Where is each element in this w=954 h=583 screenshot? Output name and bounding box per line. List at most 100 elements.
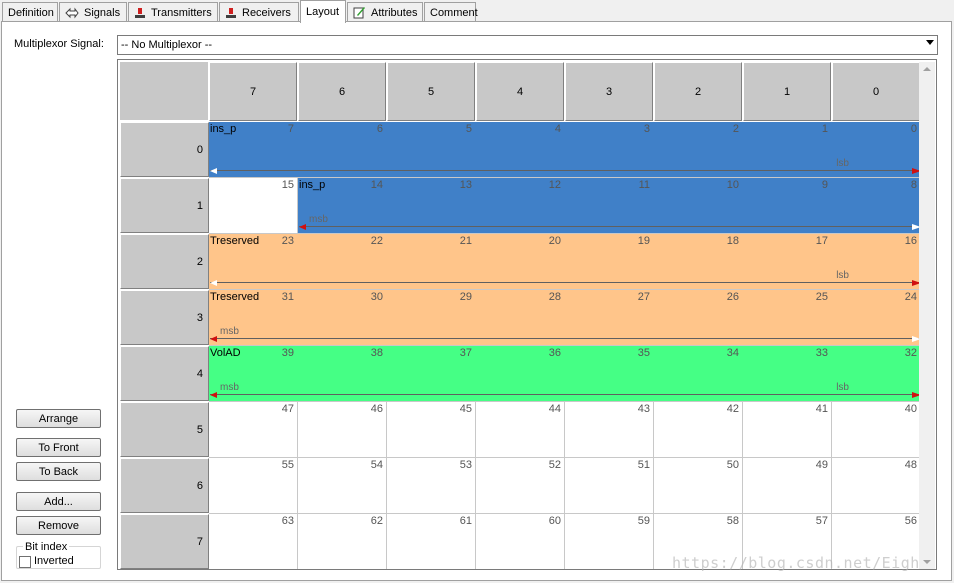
signal-bit-line [210, 282, 920, 283]
bit-number: 8 [910, 179, 917, 191]
bit-number: 14 [370, 179, 383, 191]
lsb-tag: lsb [836, 270, 849, 281]
bit-number: 34 [726, 347, 739, 359]
column-header: 6 [298, 62, 386, 121]
multiplexor-value: -- No Multiplexor -- [121, 39, 213, 51]
bit-number: 30 [370, 291, 383, 303]
tab-transmitters[interactable]: Transmitters [128, 2, 218, 22]
bit-number: 53 [459, 459, 472, 471]
node-icon [134, 7, 146, 19]
bit-number: 6 [376, 123, 383, 135]
bit-number: 52 [548, 459, 561, 471]
tab-receivers[interactable]: Receivers [219, 2, 299, 22]
bit-number: 23 [281, 235, 294, 247]
tab-definition[interactable]: Definition [2, 2, 58, 22]
bit-number: 37 [459, 347, 472, 359]
inverted-checkbox[interactable] [19, 556, 31, 568]
to-back-button-label: To Back [38, 465, 79, 478]
bit-number: 15 [281, 179, 294, 191]
bit-number: 38 [370, 347, 383, 359]
lsb-tag: lsb [836, 382, 849, 393]
bit-number: 24 [904, 291, 917, 303]
tab-layout[interactable]: Layout [300, 0, 346, 23]
bit-index-title: Bit index [23, 541, 70, 553]
tab-label: Signals [84, 6, 121, 19]
column-header: 5 [387, 62, 475, 121]
bit-number: 25 [815, 291, 828, 303]
bit-number: 12 [548, 179, 561, 191]
bit-number: 1 [821, 123, 828, 135]
tab-label: Comment [430, 6, 478, 19]
layout-grid[interactable]: 7 6 5 4 3 2 1 0 0 1 2 3 4 5 6 7 ins_p lsb ins_p msb Treserve… [117, 59, 937, 570]
tab-label: Attributes [371, 6, 418, 19]
tab-label: Transmitters [151, 6, 212, 19]
bit-number: 63 [281, 515, 294, 527]
signal-left-arrow-icon [210, 336, 217, 342]
bit-number: 11 [638, 179, 650, 191]
column-header: 2 [654, 62, 742, 121]
bit-number: 61 [459, 515, 472, 527]
bit-number: 45 [459, 403, 472, 415]
msb-tag: msb [220, 326, 239, 337]
chevron-down-icon[interactable] [926, 40, 934, 45]
bit-number: 9 [821, 179, 828, 191]
bit-number: 19 [637, 235, 650, 247]
remove-button[interactable]: Remove [16, 516, 101, 535]
column-header: 0 [832, 62, 920, 121]
to-back-button[interactable]: To Back [16, 462, 101, 481]
row-header: 4 [120, 346, 209, 401]
bit-number: 62 [370, 515, 383, 527]
add-button-label: Add... [44, 495, 73, 508]
scroll-down-icon[interactable] [923, 560, 931, 564]
attributes-icon [353, 6, 366, 19]
row-header: 6 [120, 458, 209, 513]
bit-number: 36 [548, 347, 561, 359]
tab-label: Definition [8, 6, 54, 19]
bit-number: 60 [548, 515, 561, 527]
column-header: 1 [743, 62, 831, 121]
tab-signals[interactable]: Signals [59, 2, 127, 22]
bit-number: 7 [287, 123, 294, 135]
bit-number: 55 [281, 459, 294, 471]
vertical-scrollbar[interactable] [919, 62, 935, 569]
scroll-up-icon[interactable] [923, 67, 931, 71]
bit-number: 41 [815, 403, 828, 415]
msb-tag: msb [220, 382, 239, 393]
bit-number: 10 [726, 179, 739, 191]
tab-label: Receivers [242, 6, 291, 19]
row-header: 3 [120, 290, 209, 345]
signal-left-arrow-icon [210, 168, 217, 174]
bit-number: 57 [815, 515, 828, 527]
add-button[interactable]: Add... [16, 492, 101, 511]
bit-number: 18 [726, 235, 739, 247]
signal-bit-line [299, 226, 920, 227]
column-header: 3 [565, 62, 653, 121]
row-header: 1 [120, 178, 209, 233]
msb-tag: msb [309, 214, 328, 225]
row-header: 5 [120, 402, 209, 457]
bit-number: 5 [465, 123, 472, 135]
bit-number: 3 [643, 123, 650, 135]
tab-attributes[interactable]: Attributes [347, 2, 423, 22]
grid-corner [120, 62, 209, 121]
bit-number: 20 [548, 235, 561, 247]
signal-bit-line [210, 394, 920, 395]
bit-number: 22 [370, 235, 383, 247]
signal-left-arrow-icon [299, 224, 306, 230]
signal-left-arrow-icon [210, 280, 217, 286]
signal-bit-line [210, 338, 920, 339]
row-header: 0 [120, 122, 209, 177]
to-front-button[interactable]: To Front [16, 438, 101, 457]
tab-comment[interactable]: Comment [424, 2, 478, 22]
row-header: 7 [120, 514, 209, 569]
bit-number: 17 [815, 235, 828, 247]
bit-number: 35 [637, 347, 650, 359]
multiplexor-label: Multiplexor Signal: [14, 38, 104, 50]
signal-bit-line [210, 170, 920, 171]
bit-number: 29 [459, 291, 472, 303]
bit-number: 49 [815, 459, 828, 471]
bit-number: 27 [637, 291, 650, 303]
multiplexor-select[interactable]: -- No Multiplexor -- [117, 35, 938, 55]
arrange-button[interactable]: Arrange [16, 409, 101, 428]
inverted-label[interactable]: Inverted [34, 555, 74, 567]
